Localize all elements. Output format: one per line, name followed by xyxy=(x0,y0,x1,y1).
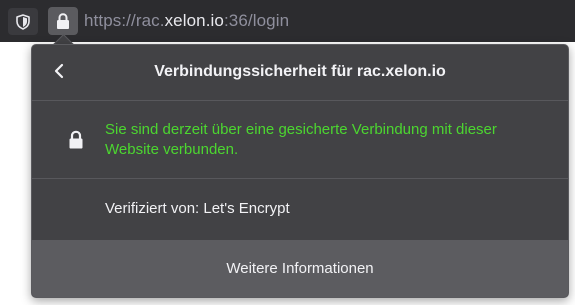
url-subdomain: rac. xyxy=(135,11,165,30)
secure-connection-message: Sie sind derzeit über eine gesicherte Ve… xyxy=(105,121,497,158)
lock-icon xyxy=(57,12,69,29)
connection-security-panel: Verbindungssicherheit für rac.xelon.io S… xyxy=(31,44,569,298)
tracking-protection-button[interactable] xyxy=(8,8,38,35)
more-information-label: Weitere Informationen xyxy=(226,260,374,277)
shield-icon xyxy=(16,13,30,30)
url-bar: https://rac.xelon.io:36/login xyxy=(0,0,575,42)
url-port-path: :36/login xyxy=(223,11,290,30)
panel-header: Verbindungssicherheit für rac.xelon.io xyxy=(32,45,568,100)
url-domain: xelon.io xyxy=(164,11,224,30)
url-field[interactable]: https://rac.xelon.io:36/login xyxy=(84,11,289,31)
secure-connection-section: Sie sind derzeit über eine gesicherte Ve… xyxy=(32,101,568,178)
verifier-section: Verifiziert von: Let's Encrypt xyxy=(32,179,568,239)
more-information-button[interactable]: Weitere Informationen xyxy=(32,240,568,297)
lock-icon xyxy=(69,130,83,149)
panel-title: Verbindungssicherheit für rac.xelon.io xyxy=(154,63,446,80)
site-identity-button[interactable] xyxy=(48,7,78,35)
url-scheme: https:// xyxy=(84,11,136,30)
verified-by-text: Verifiziert von: Let's Encrypt xyxy=(105,200,290,217)
